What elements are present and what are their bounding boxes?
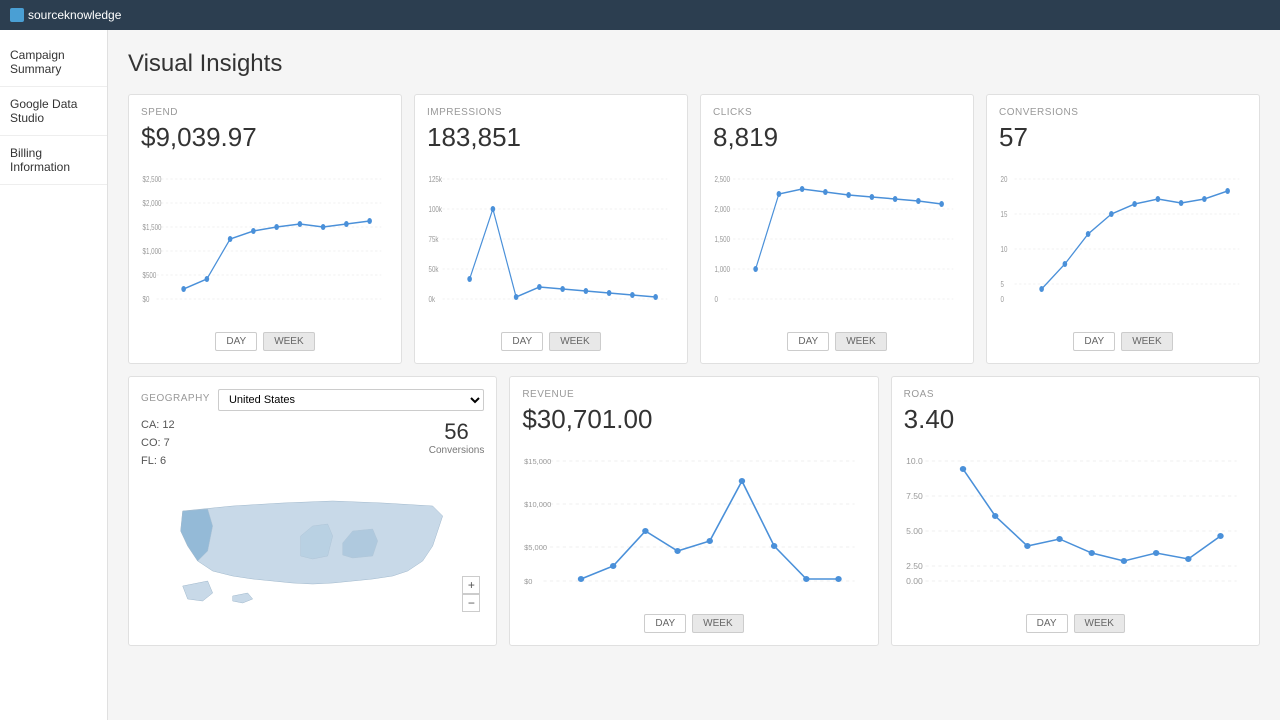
main-content: Visual Insights SPEND $9,039.97 .gridlin…	[108, 30, 1280, 720]
revenue-day-btn[interactable]: DAY	[644, 614, 686, 633]
us-map	[141, 481, 484, 611]
roas-chart: 10.0 7.50 5.00 2.50 0.00	[904, 441, 1247, 601]
svg-text:5.00: 5.00	[906, 526, 923, 536]
impressions-chart: 125k 100k 75k 50k 0k	[427, 159, 675, 319]
revenue-period-toggle: DAY WEEK	[522, 614, 865, 633]
roas-card: ROAS 3.40 10.0 7.50 5.00 2.50 0.00	[891, 376, 1260, 646]
svg-text:7.50: 7.50	[906, 491, 923, 501]
geography-header: GEOGRAPHY United States	[141, 389, 484, 411]
geo-stat-co: CO: 7	[141, 437, 175, 449]
sidebar-item-google-data-studio[interactable]: Google Data Studio	[0, 87, 107, 136]
geo-conversions-label: Conversions	[429, 445, 485, 456]
svg-text:0: 0	[715, 295, 718, 304]
svg-text:$2,500: $2,500	[143, 175, 162, 184]
svg-text:20: 20	[1001, 175, 1008, 184]
spend-period-toggle: DAY WEEK	[141, 332, 389, 351]
conversions-value: 57	[999, 122, 1247, 153]
revenue-value: $30,701.00	[522, 404, 865, 435]
svg-text:10.0: 10.0	[906, 456, 923, 466]
map-zoom-out-btn[interactable]: −	[462, 594, 480, 612]
clicks-period-toggle: DAY WEEK	[713, 332, 961, 351]
svg-text:$5,000: $5,000	[524, 543, 547, 552]
svg-text:1,500: 1,500	[715, 235, 731, 244]
sidebar-item-campaign-summary[interactable]: Campaign Summary	[0, 38, 107, 87]
impressions-card: IMPRESSIONS 183,851 125k 100k 75k 50k 0k	[414, 94, 688, 364]
conversions-label: CONVERSIONS	[999, 107, 1247, 118]
conversions-chart: 20 15 10 5 0	[999, 159, 1247, 319]
spend-value: $9,039.97	[141, 122, 389, 153]
svg-text:1,000: 1,000	[715, 265, 731, 274]
revenue-week-btn[interactable]: WEEK	[692, 614, 743, 633]
svg-text:100k: 100k	[429, 205, 443, 214]
geography-card: GEOGRAPHY United States CA: 12 CO: 7 FL:…	[128, 376, 497, 646]
svg-text:$15,000: $15,000	[524, 457, 551, 466]
svg-text:15: 15	[1001, 210, 1008, 219]
sidebar: Campaign Summary Google Data Studio Bill…	[0, 30, 108, 720]
spend-day-btn[interactable]: DAY	[215, 332, 257, 351]
spend-label: SPEND	[141, 107, 389, 118]
geo-conversions-num: 56	[444, 419, 468, 444]
map-zoom-in-btn[interactable]: +	[462, 576, 480, 594]
conversions-card: CONVERSIONS 57 20 15 10 5 0	[986, 94, 1260, 364]
svg-text:0k: 0k	[429, 295, 436, 304]
revenue-chart: $15,000 $10,000 $5,000 $0	[522, 441, 865, 601]
geography-label: GEOGRAPHY	[141, 393, 210, 404]
svg-text:$1,000: $1,000	[143, 247, 162, 256]
impressions-week-btn[interactable]: WEEK	[549, 332, 600, 351]
sidebar-item-billing-information[interactable]: Billing Information	[0, 136, 107, 185]
svg-text:$0: $0	[143, 295, 150, 304]
logo-icon	[10, 8, 24, 22]
svg-text:$500: $500	[143, 271, 157, 280]
svg-text:75k: 75k	[429, 235, 439, 244]
roas-week-btn[interactable]: WEEK	[1074, 614, 1125, 633]
cards-row-1: SPEND $9,039.97 .gridline{stroke:#e0e0e0…	[128, 94, 1260, 364]
impressions-label: IMPRESSIONS	[427, 107, 675, 118]
spend-card: SPEND $9,039.97 .gridline{stroke:#e0e0e0…	[128, 94, 402, 364]
spend-chart: .gridline{stroke:#e0e0e0;stroke-dasharra…	[141, 159, 389, 319]
svg-text:2,500: 2,500	[715, 175, 731, 184]
impressions-day-btn[interactable]: DAY	[501, 332, 543, 351]
topbar: sourceknowledge	[0, 0, 1280, 30]
svg-text:2,000: 2,000	[715, 205, 731, 214]
impressions-period-toggle: DAY WEEK	[427, 332, 675, 351]
page-title: Visual Insights	[128, 50, 1260, 78]
svg-text:50k: 50k	[429, 265, 439, 274]
clicks-value: 8,819	[713, 122, 961, 153]
svg-text:0.00: 0.00	[906, 576, 923, 586]
roas-label: ROAS	[904, 389, 1247, 400]
geo-stat-ca: CA: 12	[141, 419, 175, 431]
svg-text:$10,000: $10,000	[524, 500, 551, 509]
conversions-period-toggle: DAY WEEK	[999, 332, 1247, 351]
revenue-card: REVENUE $30,701.00 $15,000 $10,000 $5,00…	[509, 376, 878, 646]
logo-text: sourceknowledge	[28, 8, 121, 22]
impressions-value: 183,851	[427, 122, 675, 153]
geo-stat-fl: FL: 6	[141, 455, 175, 467]
svg-text:2.50: 2.50	[906, 561, 923, 571]
clicks-week-btn[interactable]: WEEK	[835, 332, 886, 351]
revenue-label: REVENUE	[522, 389, 865, 400]
svg-text:125k: 125k	[429, 175, 443, 184]
clicks-chart: 2,500 2,000 1,500 1,000 0	[713, 159, 961, 319]
clicks-day-btn[interactable]: DAY	[787, 332, 829, 351]
svg-text:0: 0	[1001, 295, 1004, 304]
conversions-week-btn[interactable]: WEEK	[1121, 332, 1172, 351]
roas-value: 3.40	[904, 404, 1247, 435]
roas-period-toggle: DAY WEEK	[904, 614, 1247, 633]
conversions-day-btn[interactable]: DAY	[1073, 332, 1115, 351]
map-controls: + −	[462, 576, 480, 612]
svg-text:5: 5	[1001, 280, 1004, 289]
roas-day-btn[interactable]: DAY	[1026, 614, 1068, 633]
svg-text:$2,000: $2,000	[143, 199, 162, 208]
svg-text:10: 10	[1001, 245, 1008, 254]
logo: sourceknowledge	[10, 8, 121, 22]
svg-text:$0: $0	[524, 577, 532, 586]
clicks-card: CLICKS 8,819 2,500 2,000 1,500 1,000 0	[700, 94, 974, 364]
spend-week-btn[interactable]: WEEK	[263, 332, 314, 351]
svg-text:$1,500: $1,500	[143, 223, 162, 232]
clicks-label: CLICKS	[713, 107, 961, 118]
geography-select[interactable]: United States	[218, 389, 484, 411]
cards-row-2: GEOGRAPHY United States CA: 12 CO: 7 FL:…	[128, 376, 1260, 646]
